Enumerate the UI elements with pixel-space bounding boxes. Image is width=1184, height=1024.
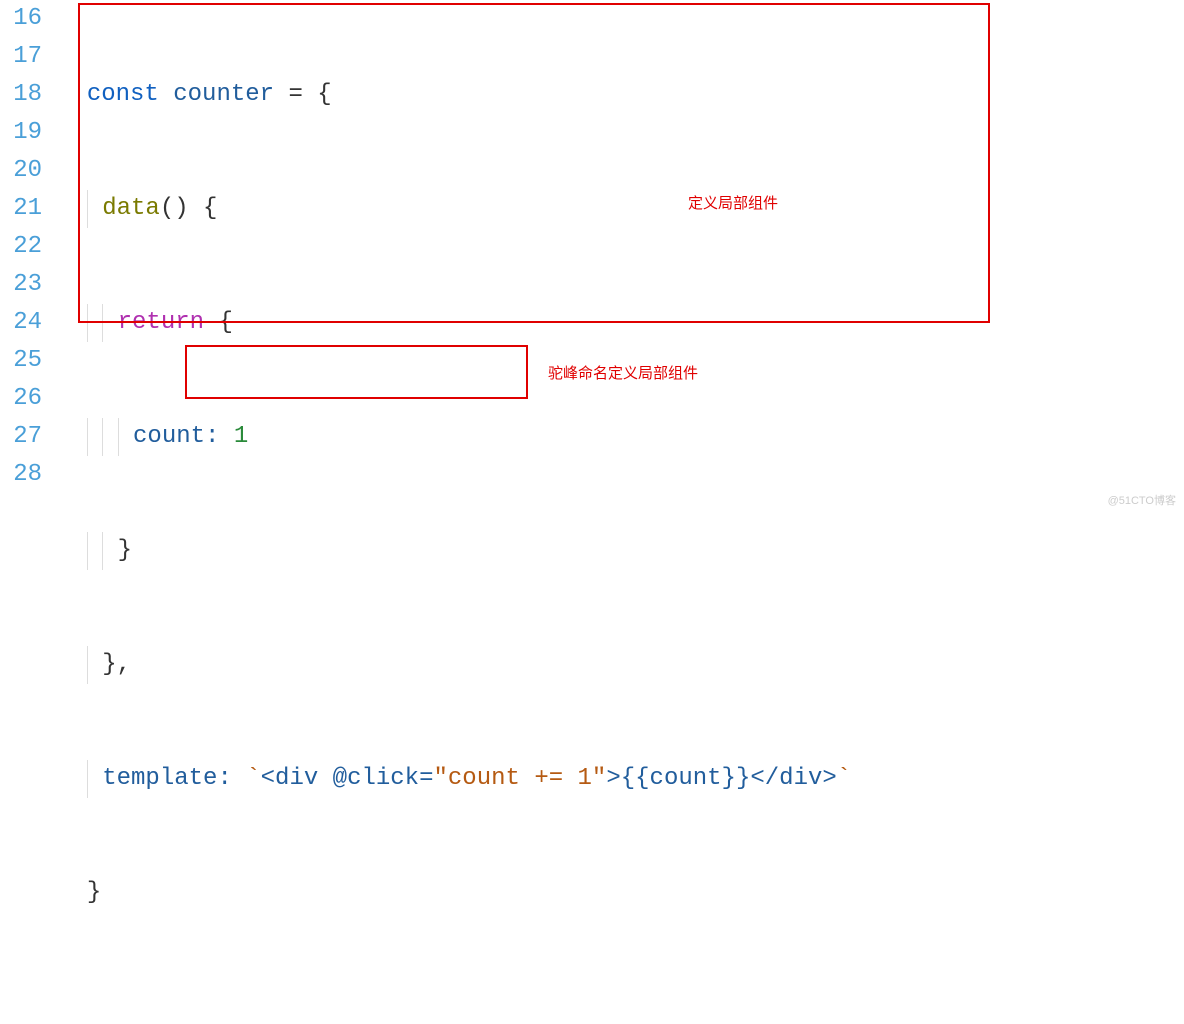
line-number: 20 [0, 152, 42, 190]
line-number: 18 [0, 76, 42, 114]
line-number: 17 [0, 38, 42, 76]
line-number: 23 [0, 266, 42, 304]
code-line: }, [58, 646, 1184, 684]
line-number: 21 [0, 190, 42, 228]
code-line: return { [58, 304, 1184, 342]
code-line [58, 988, 1184, 1024]
line-number-gutter: 16171819202122232425262728 [0, 0, 58, 1024]
annotation-label-2: 驼峰命名定义局部组件 [548, 362, 698, 383]
code-line: count: 1 [58, 418, 1184, 456]
line-number: 16 [0, 0, 42, 38]
line-number: 24 [0, 304, 42, 342]
annotation-label-1: 定义局部组件 [688, 192, 778, 213]
code-line: } [58, 532, 1184, 570]
watermark: @51CTO博客 [1108, 492, 1176, 508]
code-area[interactable]: const counter = { data() { return { coun… [58, 0, 1184, 1024]
code-line: data() { [58, 190, 1184, 228]
code-line: } [58, 874, 1184, 912]
code-line: const counter = { [58, 76, 1184, 114]
line-number: 19 [0, 114, 42, 152]
line-number: 25 [0, 342, 42, 380]
line-number: 22 [0, 228, 42, 266]
line-number: 26 [0, 380, 42, 418]
line-number: 27 [0, 418, 42, 456]
line-number: 28 [0, 456, 42, 494]
code-line: template: `<div @click="count += 1">{{co… [58, 760, 1184, 798]
code-editor[interactable]: 16171819202122232425262728 const counter… [0, 0, 1184, 1024]
